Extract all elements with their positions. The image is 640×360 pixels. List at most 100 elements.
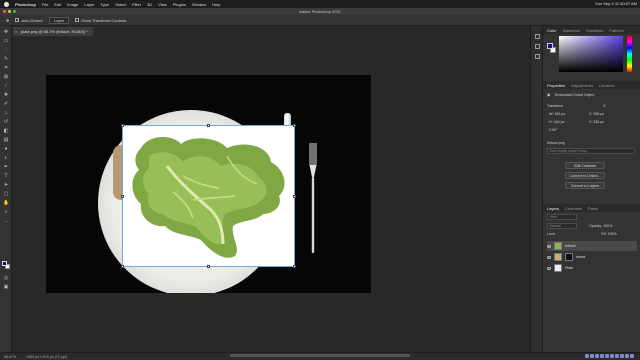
layer-row-bread[interactable]: bread — [547, 252, 637, 262]
tab-libraries[interactable]: Libraries — [599, 83, 614, 88]
tab-patterns[interactable]: Patterns — [609, 28, 624, 33]
dock-app-icon[interactable] — [625, 354, 629, 358]
visibility-eye-icon[interactable] — [547, 255, 551, 259]
menu-3d[interactable]: 3D — [147, 2, 152, 7]
menu-app-name[interactable]: Photoshop — [15, 2, 36, 7]
height-field[interactable]: H: 344 px — [549, 120, 564, 124]
transform-handle-bottom-right[interactable] — [293, 265, 296, 268]
type-icon[interactable]: T — [3, 174, 9, 179]
close-tab-icon[interactable]: × — [15, 27, 17, 36]
document-info[interactable]: 1463 px x 976 px (72 ppi) — [26, 355, 67, 359]
healing-icon[interactable]: ✚ — [3, 93, 9, 98]
tab-channels[interactable]: Channels — [565, 206, 582, 211]
menu-filter[interactable]: Filter — [132, 2, 141, 7]
tab-properties[interactable]: Properties — [547, 83, 565, 88]
tab-adjustments[interactable]: Adjustments — [571, 83, 593, 88]
y-field[interactable]: Y: 238 px — [589, 120, 604, 124]
marquee-icon[interactable]: ▭ — [3, 39, 9, 44]
blur-icon[interactable]: ● — [3, 147, 9, 152]
menu-layer[interactable]: Layer — [84, 2, 94, 7]
dodge-icon[interactable]: ◐ — [3, 156, 9, 161]
dock-app-icon[interactable] — [585, 354, 589, 358]
transform-bounding-box[interactable] — [121, 124, 296, 268]
foreground-color-swatch[interactable] — [2, 261, 7, 266]
gradient-icon[interactable]: ▤ — [3, 138, 9, 143]
transform-handle-top[interactable] — [207, 124, 210, 127]
minimize-window-button[interactable] — [8, 10, 11, 13]
dock-app-icon[interactable] — [605, 354, 609, 358]
dock-app-icon[interactable] — [600, 354, 604, 358]
pen-icon[interactable]: ✒ — [3, 165, 9, 170]
dock-app-icon[interactable] — [615, 354, 619, 358]
menubar-clock[interactable]: Sun Sep 4 11:40:57 AM — [595, 1, 637, 6]
convert-layers-button[interactable]: Convert to Layers — [565, 182, 605, 189]
zoom-level[interactable]: 66.67% — [4, 355, 16, 359]
move-icon[interactable]: ✥ — [3, 30, 9, 35]
edit-contents-button[interactable]: Edit Contents — [565, 162, 605, 169]
menu-select[interactable]: Select — [115, 2, 126, 7]
convert-linked-button[interactable]: Convert to Linked... — [565, 172, 605, 179]
tab-layers[interactable]: Layers — [547, 206, 559, 211]
visibility-eye-icon[interactable] — [547, 244, 551, 248]
quick-mask-icon[interactable]: ◎ — [3, 276, 9, 281]
layer-comp-select[interactable]: Don't Apply Layer Comp — [547, 148, 635, 154]
menu-view[interactable]: View — [158, 2, 167, 7]
transform-handle-bottom[interactable] — [207, 265, 210, 268]
move-tool-icon[interactable]: ✥ — [6, 18, 9, 23]
path-select-icon[interactable]: ➤ — [3, 183, 9, 188]
width-field[interactable]: W: 181 px — [549, 112, 565, 116]
canvas-area[interactable] — [13, 36, 530, 350]
tab-color[interactable]: Color — [547, 28, 557, 33]
menu-type[interactable]: Type — [100, 2, 109, 7]
color-picker-field[interactable] — [559, 36, 623, 72]
menu-file[interactable]: File — [42, 2, 48, 7]
panel-foreground-swatch[interactable] — [547, 43, 553, 49]
layer-row-plate[interactable]: Plate — [547, 263, 637, 273]
character-panel-icon[interactable] — [535, 54, 540, 59]
hue-slider[interactable] — [627, 36, 632, 72]
dock-app-icon[interactable] — [590, 354, 594, 358]
blend-mode-select[interactable]: Normal — [547, 223, 577, 229]
crop-icon[interactable]: ⌗ — [3, 66, 9, 71]
tab-paths[interactable]: Paths — [588, 206, 598, 211]
menu-window[interactable]: Window — [192, 2, 206, 7]
menu-edit[interactable]: Edit — [54, 2, 61, 7]
x-field[interactable]: X: 936 px — [589, 112, 604, 116]
show-transform-checkbox[interactable]: Show Transform Controls — [75, 18, 126, 23]
menu-help[interactable]: Help — [212, 2, 220, 7]
close-window-button[interactable] — [3, 10, 6, 13]
more-tools-icon[interactable]: … — [3, 219, 9, 224]
tab-gradients[interactable]: Gradients — [586, 28, 603, 33]
hand-icon[interactable]: ✋ — [3, 201, 9, 206]
zoom-window-button[interactable] — [13, 10, 16, 13]
transform-handle-left[interactable] — [121, 195, 124, 198]
lasso-icon[interactable]: ◌ — [3, 48, 9, 53]
layer-row-lettuce[interactable]: lettuce — [547, 241, 637, 251]
zoom-icon[interactable]: ⌕ — [3, 210, 9, 215]
frame-icon[interactable]: ⊠ — [3, 75, 9, 80]
eyedropper-icon[interactable]: ⁄ — [3, 84, 9, 89]
layer-kind-filter[interactable]: Kind — [547, 214, 577, 220]
reset-transform-icon[interactable]: ↻ — [603, 104, 606, 108]
transform-handle-bottom-left[interactable] — [121, 265, 124, 268]
eraser-icon[interactable]: ◧ — [3, 129, 9, 134]
screen-mode-icon[interactable]: ▣ — [3, 285, 9, 290]
tab-swatches[interactable]: Swatches — [563, 28, 580, 33]
history-panel-icon[interactable] — [535, 34, 540, 39]
auto-select-checkbox[interactable]: Auto-Select: — [15, 18, 43, 23]
menu-plugins[interactable]: Plugins — [173, 2, 186, 7]
brush-panel-icon[interactable] — [535, 44, 540, 49]
transform-handle-right[interactable] — [293, 195, 296, 198]
quick-select-icon[interactable]: ✎ — [3, 57, 9, 62]
dock-app-icon[interactable] — [620, 354, 624, 358]
layer-mask-thumbnail[interactable] — [565, 253, 573, 261]
dock-app-icon[interactable] — [610, 354, 614, 358]
visibility-eye-icon[interactable] — [547, 266, 551, 270]
dock-app-icon[interactable] — [630, 354, 634, 358]
transform-handle-top-right[interactable] — [293, 124, 296, 127]
dock-app-icon[interactable] — [595, 354, 599, 358]
opacity-field[interactable]: Opacity: 100% — [589, 224, 612, 228]
apple-icon[interactable] — [4, 1, 9, 7]
shape-icon[interactable]: ▢ — [3, 192, 9, 197]
menu-image[interactable]: Image — [67, 2, 78, 7]
